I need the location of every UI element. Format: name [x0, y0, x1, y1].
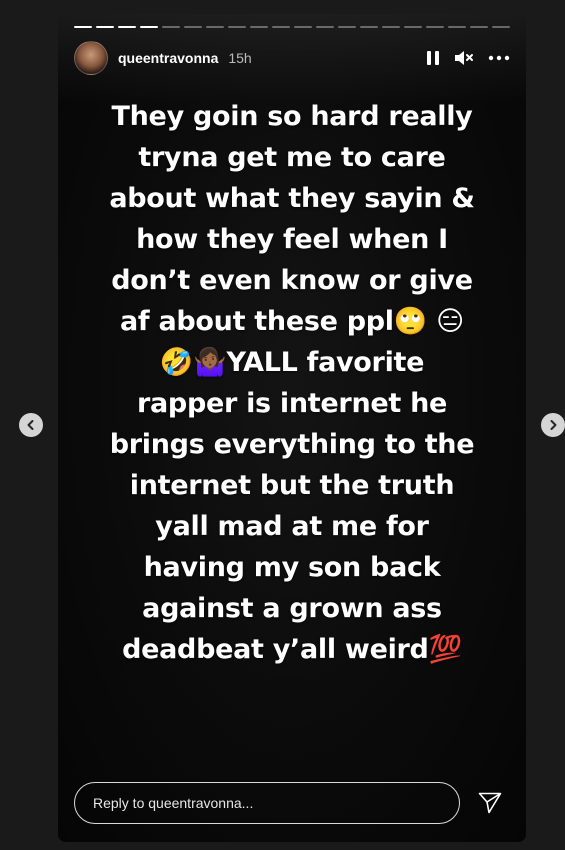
- send-button[interactable]: [470, 783, 510, 823]
- reply-input[interactable]: [74, 782, 460, 824]
- pause-icon: [427, 51, 439, 65]
- story-text: They goin so hard really tryna get me to…: [80, 96, 504, 670]
- more-options-button[interactable]: [488, 55, 510, 61]
- chevron-left-icon: [27, 420, 34, 430]
- story-text-line: rapper is internet he: [136, 388, 448, 419]
- next-story-button[interactable]: [541, 413, 565, 437]
- progress-segment: [470, 26, 488, 28]
- progress-segment: [492, 26, 510, 28]
- progress-segment: [316, 26, 334, 28]
- post-time: 15h: [228, 50, 252, 66]
- progress-segment: [74, 26, 92, 28]
- progress-segment: [250, 26, 268, 28]
- progress-segment: [228, 26, 246, 28]
- progress-segment: [96, 26, 114, 28]
- story-text-line: against a grown ass: [142, 593, 442, 624]
- chevron-right-icon: [550, 420, 557, 430]
- story-text-line: 🤣🤷🏾‍♀️YALL favorite: [159, 347, 425, 378]
- story-controls: [426, 50, 510, 66]
- story-text-line: deadbeat y’all weird💯: [122, 634, 462, 665]
- progress-segment: [140, 26, 158, 28]
- progress-segment: [404, 26, 422, 28]
- progress-segment: [206, 26, 224, 28]
- story-progress-bar: [74, 26, 510, 28]
- story-text-line: yall mad at me for: [155, 511, 429, 542]
- story-text-line: tryna get me to care: [138, 142, 446, 173]
- progress-segment: [272, 26, 290, 28]
- progress-segment: [360, 26, 378, 28]
- send-icon: [478, 792, 502, 814]
- progress-segment: [338, 26, 356, 28]
- reply-bar: [74, 781, 510, 825]
- progress-segment: [162, 26, 180, 28]
- username-link[interactable]: queentravonna: [118, 50, 218, 66]
- story-text-line: don’t even know or give: [111, 265, 473, 296]
- story-text-line: having my son back: [143, 552, 441, 583]
- progress-segment: [426, 26, 444, 28]
- story-text-line: how they feel when I: [136, 224, 448, 255]
- progress-segment: [184, 26, 202, 28]
- more-options-icon: [488, 55, 510, 61]
- story-header: queentravonna 15h: [74, 41, 510, 75]
- story-text-line: af about these ppl🙄 😑: [120, 306, 464, 337]
- progress-segment: [448, 26, 466, 28]
- story-card[interactable]: queentravonna 15h They goin so hard real…: [58, 14, 526, 842]
- story-viewer: queentravonna 15h They goin so hard real…: [0, 0, 565, 850]
- story-text-line: internet but the truth: [129, 470, 455, 501]
- progress-segment: [294, 26, 312, 28]
- speaker-muted-icon: [455, 51, 473, 65]
- mute-button[interactable]: [454, 50, 474, 66]
- progress-segment: [118, 26, 136, 28]
- pause-button[interactable]: [426, 50, 440, 66]
- story-text-line: about what they sayin &: [109, 183, 475, 214]
- previous-story-button[interactable]: [19, 413, 43, 437]
- story-text-line: They goin so hard really: [111, 101, 473, 132]
- progress-segment: [382, 26, 400, 28]
- avatar[interactable]: [74, 41, 108, 75]
- story-text-line: brings everything to the: [109, 429, 475, 460]
